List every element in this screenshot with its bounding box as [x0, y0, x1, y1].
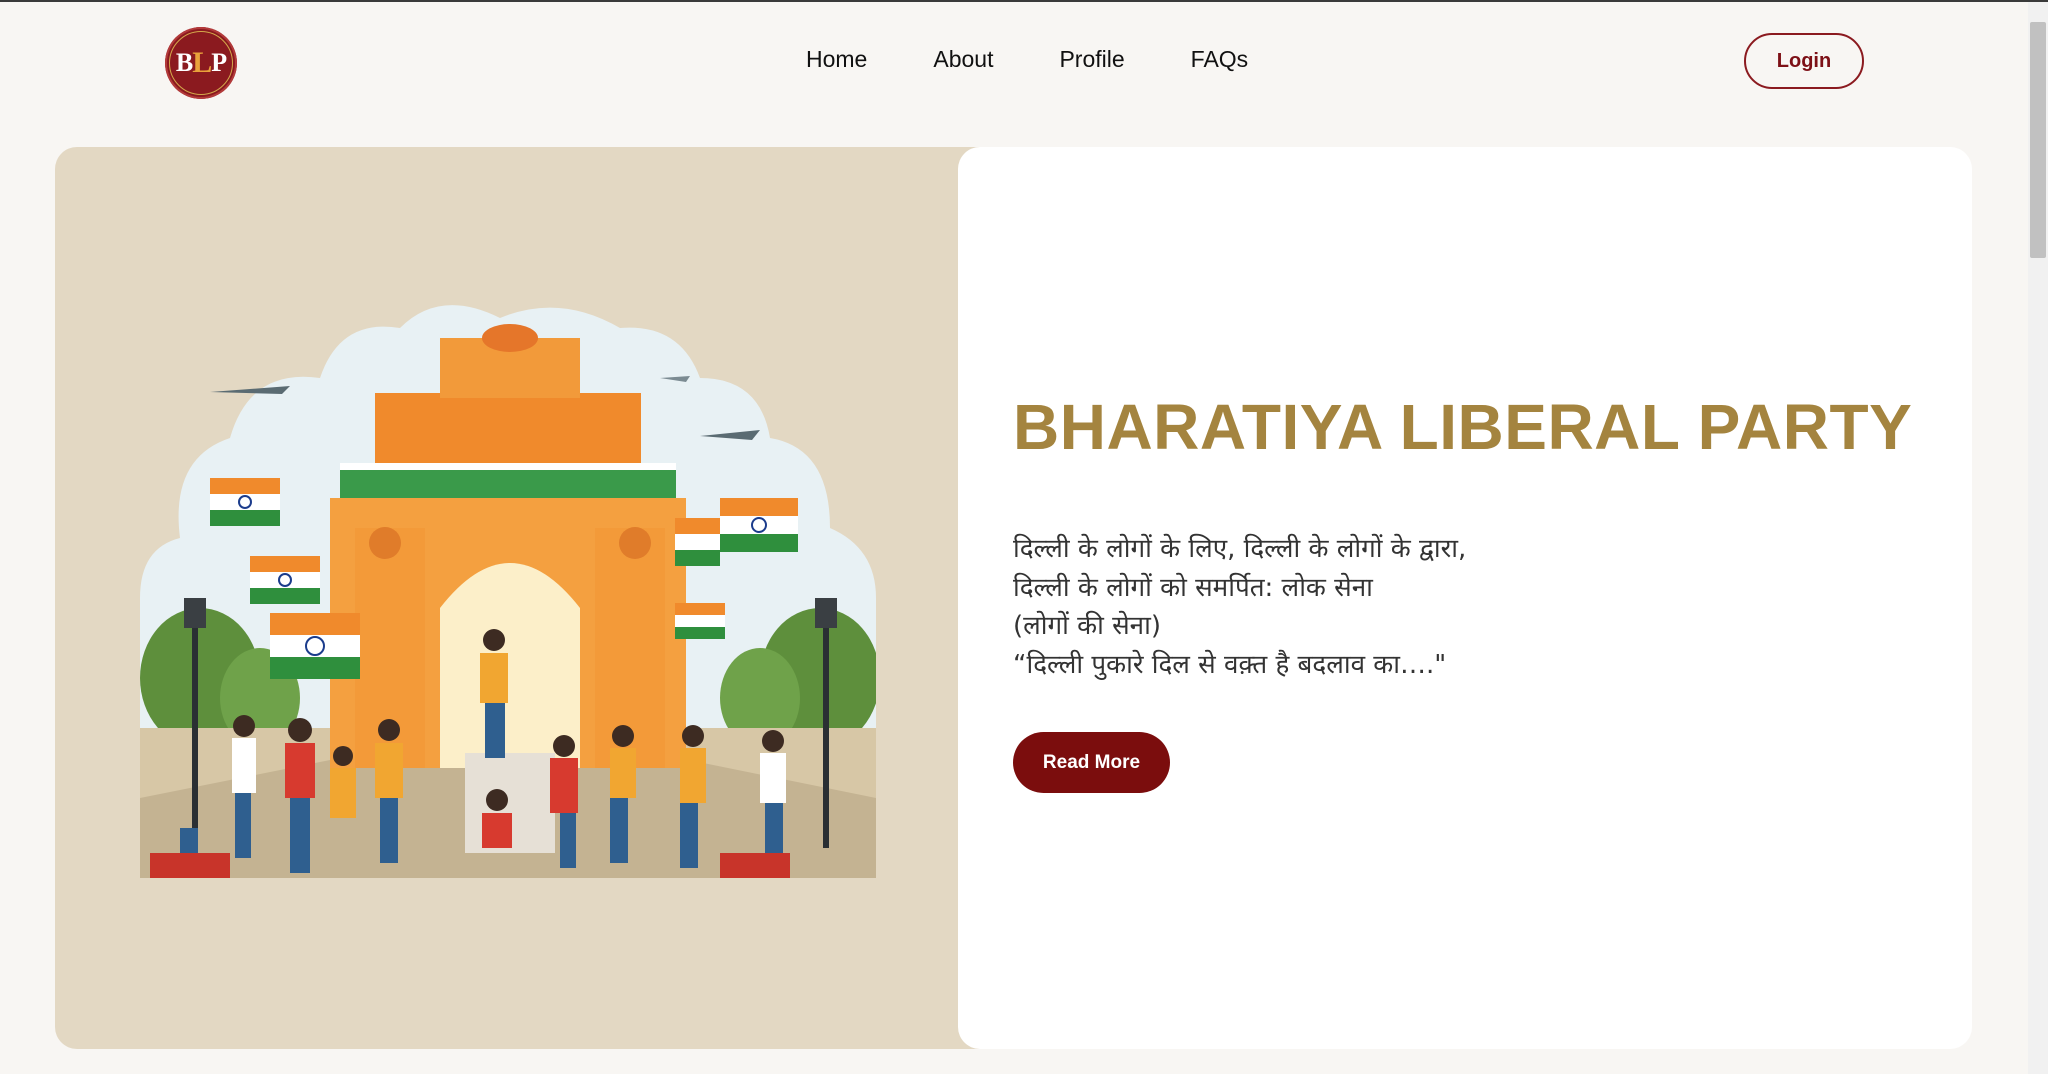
- india-gate-illustration: [140, 305, 876, 879]
- logo-mark: BLP: [169, 31, 233, 95]
- hero-title: BHARATIYA LIBERAL PARTY: [1013, 391, 1913, 463]
- tagline-line: दिल्ली के लोगों को समर्पित: लोक सेना: [1013, 572, 1373, 603]
- page: BLP Home About Profile FAQs Login BHARAT…: [0, 2, 2028, 1074]
- nav-faqs[interactable]: FAQs: [1191, 46, 1249, 73]
- scrollbar-thumb[interactable]: [2030, 22, 2046, 258]
- nav-about[interactable]: About: [933, 46, 993, 73]
- main-nav: Home About Profile FAQs: [806, 46, 1314, 73]
- nav-home[interactable]: Home: [806, 46, 867, 73]
- nav-profile[interactable]: Profile: [1059, 46, 1124, 73]
- read-more-button[interactable]: Read More: [1013, 732, 1170, 793]
- tagline-line: (लोगों की सेना): [1013, 611, 1161, 641]
- hero-tagline: दिल्ली के लोगों के लिए, दिल्ली के लोगों …: [1013, 530, 1466, 684]
- site-logo[interactable]: BLP: [165, 27, 237, 99]
- tagline-line: “दिल्ली पुकारे दिल से वक़्त है बदलाव का……: [1013, 649, 1447, 680]
- tagline-line: दिल्ली के लोगों के लिए, दिल्ली के लोगों …: [1013, 534, 1467, 564]
- vertical-scrollbar[interactable]: [2028, 2, 2048, 1074]
- login-button[interactable]: Login: [1744, 33, 1864, 89]
